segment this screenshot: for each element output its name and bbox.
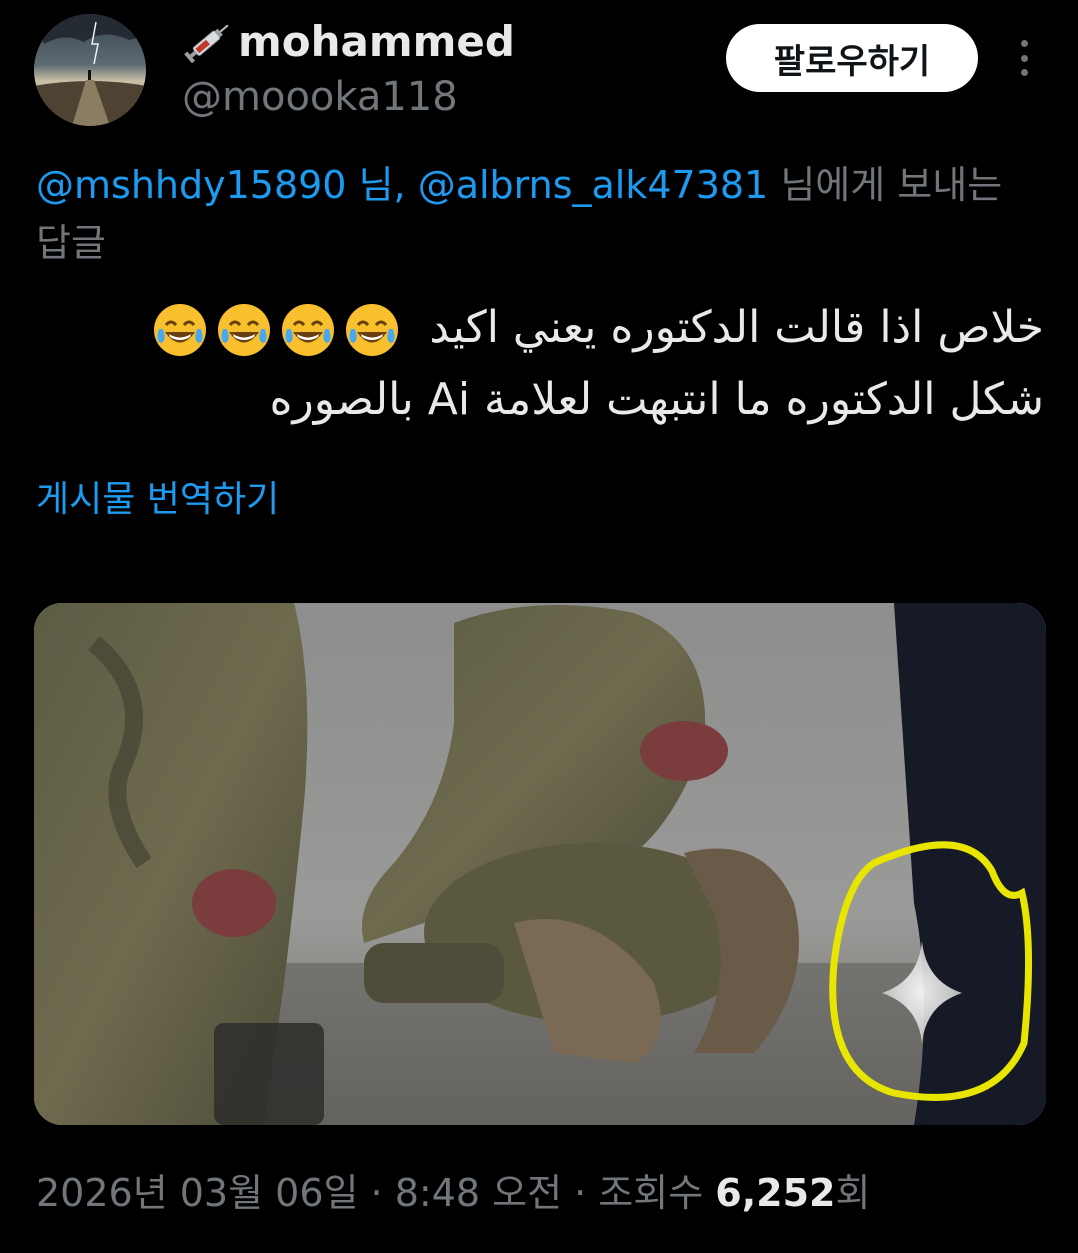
tears-of-joy-icon [346, 304, 399, 356]
post-date: 2026년 03월 06일 [36, 1171, 359, 1215]
views-suffix: 회 [835, 1171, 871, 1215]
post-time: 8:48 오전 [394, 1171, 563, 1215]
tweet-meta: 2026년 03월 06일 · 8:48 오전 · 조회수 6,252회 [36, 1164, 870, 1222]
reply-suffix: 님에게 보내는 [768, 163, 1003, 207]
tears-of-joy-icon [218, 304, 271, 356]
user-display-name[interactable]: mohammed [182, 14, 515, 70]
reply-context: @mshhdy15890 님, @albrns_alk47381 님에게 보내는 [36, 156, 1078, 214]
mention-link[interactable]: @albrns_alk47381 [418, 163, 769, 207]
mention-link[interactable]: @mshhdy15890 [36, 163, 346, 207]
emoji-group [151, 301, 401, 359]
tweet-line-1-text: خلاص اذا قالت الدكتوره يعني اكيد [429, 302, 1044, 353]
user-handle[interactable]: @moooka118 [182, 70, 458, 124]
tears-of-joy-icon [154, 304, 207, 356]
tweet-line-1: خلاص اذا قالت الدكتوره يعني اكيد [44, 292, 1044, 364]
user-name-text: mohammed [238, 17, 515, 66]
views-label: 조회수 [598, 1171, 716, 1215]
follow-button[interactable]: 팔로우하기 [726, 24, 978, 92]
syringe-icon [182, 20, 234, 64]
tweet-text: خلاص اذا قالت الدكتوره يعني اكيد شكل الد… [44, 292, 1044, 436]
tweet-line-2: شكل الدكتوره ما انتبهت لعلامة Ai بالصوره [269, 374, 1045, 425]
translate-post-link[interactable]: 게시물 번역하기 [36, 474, 279, 526]
tears-of-joy-icon [282, 304, 335, 356]
separator-dot: · [358, 1171, 395, 1215]
reply-separator: 님, [346, 163, 418, 207]
views-count[interactable]: 6,252 [715, 1171, 835, 1215]
reply-label: 답글 [36, 221, 106, 265]
more-options-icon[interactable] [1006, 36, 1042, 80]
separator-dot: · [562, 1171, 599, 1215]
tweet-media-image[interactable] [34, 603, 1046, 1125]
avatar[interactable] [34, 14, 146, 126]
